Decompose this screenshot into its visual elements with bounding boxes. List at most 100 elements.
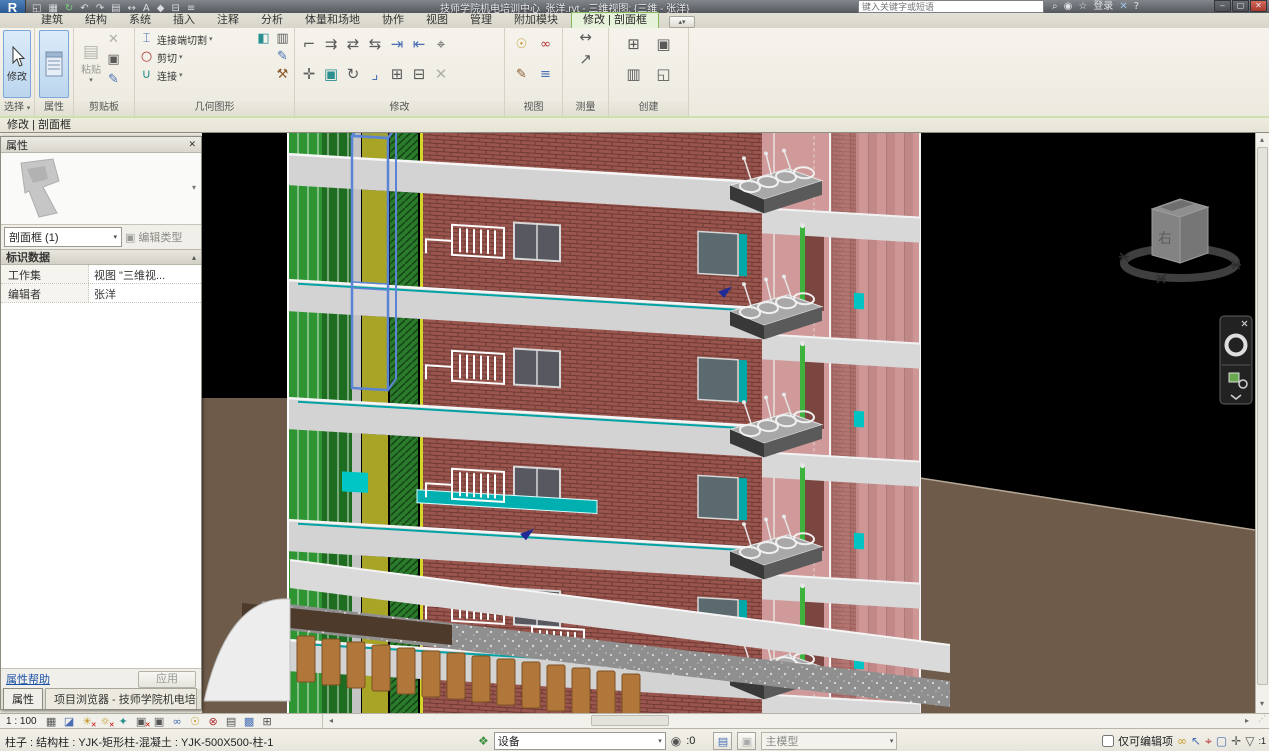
reveal-hidden-elements-icon[interactable]: ☉ (188, 715, 203, 728)
editing-requests-icon[interactable]: ◉ (671, 732, 681, 750)
preview-dropdown-icon[interactable]: ▾ (192, 183, 196, 192)
visual-style-icon[interactable]: ◪ (62, 715, 77, 728)
exchange-apps-icon[interactable]: ✕ (1119, 1, 1127, 12)
minimize-button[interactable]: – (1214, 0, 1231, 12)
worksets-icon[interactable]: ❖ (478, 732, 489, 750)
select-links-icon[interactable]: ∞ (1177, 732, 1187, 750)
properties-toggle-button[interactable] (39, 30, 69, 98)
vertical-scroll-thumb[interactable] (1257, 147, 1268, 685)
tab-collaborate[interactable]: 协作 (371, 13, 415, 28)
group-collapse-icon[interactable]: ▴ (192, 253, 196, 262)
create-assembly-icon[interactable]: ▣ (655, 37, 672, 53)
cut-icon[interactable]: ✕ (105, 32, 122, 48)
thin-lines-icon[interactable]: ≡ (187, 4, 195, 13)
add-to-set-button[interactable]: ▣ (737, 732, 756, 750)
legend-component-icon[interactable]: ◱ (655, 67, 672, 83)
scroll-down-icon[interactable]: ▾ (1256, 699, 1268, 708)
crop-region-visibility-icon[interactable]: ▣ (152, 715, 167, 728)
apply-button[interactable]: 应用 (138, 671, 196, 688)
tab-systems[interactable]: 系统 (118, 13, 162, 28)
copy-element-icon[interactable]: ▣ (323, 67, 340, 83)
create-group-icon[interactable]: ⊞ (625, 37, 642, 53)
analytical-model-icon[interactable]: ⊗ (206, 715, 221, 728)
worksharing-display-icon[interactable]: ▩ (242, 715, 257, 728)
detail-level-icon[interactable]: ▦ (44, 715, 59, 728)
measure-tool-icon[interactable]: ↔ (577, 30, 594, 46)
property-row-workset[interactable]: 工作集 视图 "三维视... (1, 265, 201, 284)
selection-filter-icon[interactable]: ▽ (1245, 732, 1254, 750)
view-scale-button[interactable]: 1 : 100 (6, 716, 37, 727)
horizontal-scrollbar[interactable]: ◂ ▸ (322, 714, 1255, 728)
tab-analyze[interactable]: 分析 (250, 13, 294, 28)
ribbon-collapse-button[interactable]: ▴▾ (669, 16, 695, 28)
section-icon[interactable]: ⊟ (171, 4, 179, 13)
tab-massing-site[interactable]: 体量和场地 (294, 13, 371, 28)
active-workset-dropdown[interactable]: 设备 ▾ (494, 732, 666, 750)
linework-icon[interactable]: ≡ (537, 67, 554, 83)
reveal-constraints-icon[interactable]: ⊞ (260, 715, 275, 728)
properties-help-link[interactable]: 属性帮助 (6, 671, 50, 687)
identity-data-group-header[interactable]: 标识数据 ▴ (1, 249, 201, 265)
array-icon[interactable]: ⊞ (389, 67, 406, 83)
type-selector[interactable]: 剖面框 (1) ▾ (4, 227, 122, 247)
drawing-area[interactable]: 右 (202, 133, 1255, 713)
scroll-left-icon[interactable]: ◂ (325, 716, 337, 725)
scale-icon[interactable]: ⊟ (411, 67, 428, 83)
tab-project-browser[interactable]: 项目浏览器 - 技师学院机电培训... (45, 688, 197, 709)
measure-icon[interactable]: ↔ (128, 4, 136, 13)
tab-structure[interactable]: 结构 (74, 13, 118, 28)
trim-extend-icon[interactable]: ⌟ (367, 67, 384, 83)
maximize-button[interactable]: ▢ (1232, 0, 1249, 12)
print-icon[interactable]: ▤ (111, 4, 120, 13)
mirror-axis-icon[interactable]: ⇄ (345, 37, 362, 53)
split-face-icon[interactable]: ◧ (255, 31, 272, 47)
subscription-icon[interactable]: ◉ (1064, 1, 1073, 12)
open-icon[interactable]: ◱ (32, 4, 41, 13)
tab-properties-palette[interactable]: 属性 (3, 688, 43, 709)
text-note-icon[interactable]: A (143, 4, 150, 13)
design-option-dropdown[interactable]: 主模型 ▾ (761, 732, 897, 750)
cut-geometry-button[interactable]: ○ 剪切 ▾ ✎ (138, 48, 291, 66)
search-input[interactable] (858, 0, 1044, 13)
palette-close-icon[interactable]: ✕ (188, 140, 196, 150)
drag-on-selection-icon[interactable]: ✛ (1231, 732, 1241, 750)
undo-icon[interactable]: ↶ (80, 4, 88, 13)
select-underlay-icon[interactable]: ↖ (1191, 732, 1201, 750)
hide-in-view-icon[interactable]: ∞ (537, 37, 554, 53)
select-by-face-icon[interactable]: ▢ (1216, 732, 1227, 750)
temporary-view-properties-icon[interactable]: ▤ (224, 715, 239, 728)
shadows-icon[interactable]: ☼✕ (98, 715, 113, 728)
temporary-hide-isolate-icon[interactable]: ∞ (170, 715, 185, 728)
select-pinned-icon[interactable]: ⌖ (1205, 732, 1212, 750)
redo-icon[interactable]: ↷ (96, 4, 104, 13)
design-options-icon-button[interactable]: ▤ (713, 732, 732, 750)
sun-path-icon[interactable]: ☀✕ (80, 715, 95, 728)
tab-insert[interactable]: 插入 (162, 13, 206, 28)
tab-view[interactable]: 视图 (415, 13, 459, 28)
crop-view-icon[interactable]: ▣✕ (134, 715, 149, 728)
paint-icon[interactable]: ✎ (274, 49, 291, 65)
split-with-gap-icon[interactable]: ⇤ (411, 37, 428, 53)
rotate-icon[interactable]: ↻ (345, 67, 362, 83)
copy-icon[interactable]: ▣ (105, 52, 122, 68)
tab-modify-section-box[interactable]: 修改 | 剖面框 (571, 12, 659, 28)
save-icon[interactable]: ▦ (48, 4, 57, 13)
demolish-icon[interactable]: ⚒ (274, 67, 291, 83)
modify-tool-button[interactable]: 修改 (3, 30, 31, 98)
sign-in-label[interactable]: 登录 (1093, 1, 1113, 12)
offset-icon[interactable]: ⇉ (323, 37, 340, 53)
reveal-hidden-icon[interactable]: ☉ (513, 37, 530, 53)
paste-button[interactable]: ▤ 粘贴 ▾ (77, 30, 105, 98)
tab-architecture[interactable]: 建筑 (30, 13, 74, 28)
horizontal-scroll-thumb[interactable] (591, 715, 669, 726)
search-icon[interactable]: ⌕ (1052, 1, 1058, 12)
move-icon[interactable]: ✛ (301, 67, 318, 83)
default-3d-view-icon[interactable]: ◆ (157, 4, 165, 13)
sync-with-central-icon[interactable]: ↻ (65, 4, 73, 13)
help-icon[interactable]: ? (1134, 1, 1139, 12)
resize-grip[interactable]: ⋰ (1255, 714, 1269, 728)
rendering-dialog-icon[interactable]: ✦ (116, 715, 131, 728)
tab-addins[interactable]: 附加模块 (503, 13, 569, 28)
match-type-icon[interactable]: ✎ (105, 72, 122, 88)
vertical-scrollbar[interactable]: ▴ ▾ (1255, 133, 1269, 713)
